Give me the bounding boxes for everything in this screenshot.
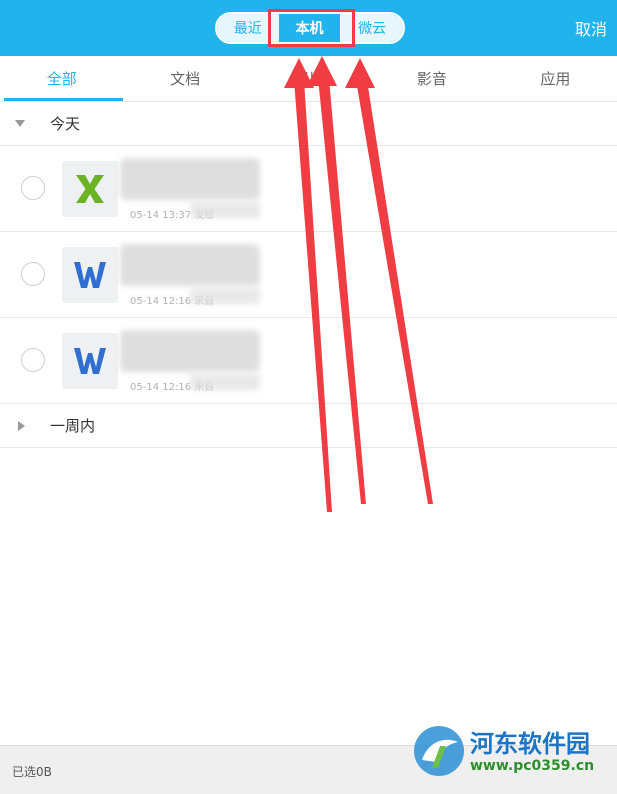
tab-apps[interactable]: 应用	[494, 56, 617, 101]
tab-images[interactable]: 图片	[247, 56, 370, 101]
group-week[interactable]: 一周内	[0, 404, 617, 448]
select-radio[interactable]	[21, 348, 45, 372]
tab-documents[interactable]: 文档	[123, 56, 246, 101]
file-row[interactable]: 05-14 13:37 发给	[0, 146, 617, 232]
source-switcher: 最近 本机 微云	[215, 12, 405, 44]
tab-media[interactable]: 影音	[370, 56, 493, 101]
word-w-icon	[62, 333, 118, 389]
segment-recent[interactable]: 最近	[217, 14, 279, 42]
tab-all[interactable]: 全部	[0, 56, 124, 101]
site-watermark: 河东软件园 www.pc0359.cn	[410, 722, 610, 782]
watermark-url: www.pc0359.cn	[470, 758, 595, 774]
blurred-file-name	[120, 244, 260, 286]
watermark-logo-icon	[414, 726, 464, 776]
selected-size-label: 已选0B	[12, 765, 52, 779]
cancel-button[interactable]: 取消	[575, 16, 607, 40]
blurred-meta	[190, 288, 260, 304]
expand-down-icon	[15, 120, 25, 127]
category-tabs: 全部 文档 图片 影音 应用	[0, 56, 617, 102]
select-radio[interactable]	[21, 176, 45, 200]
segment-weiyun[interactable]: 微云	[340, 14, 403, 42]
blurred-file-name	[120, 158, 260, 200]
blurred-meta	[190, 374, 260, 390]
top-bar: 最近 本机 微云 取消	[0, 0, 617, 56]
group-today-label: 今天	[50, 115, 81, 133]
word-w-icon	[62, 247, 118, 303]
watermark-name: 河东软件园	[470, 730, 590, 758]
group-week-label: 一周内	[50, 417, 96, 435]
blurred-file-name	[120, 330, 260, 372]
file-row[interactable]: 05-14 12:16 来自	[0, 232, 617, 318]
segment-local[interactable]: 本机	[278, 14, 341, 42]
group-today[interactable]: 今天	[0, 102, 617, 146]
expand-right-icon	[18, 420, 25, 431]
select-radio[interactable]	[21, 262, 45, 286]
excel-x-icon	[62, 161, 118, 217]
blurred-meta	[190, 202, 260, 218]
file-row[interactable]: 05-14 12:16 来自	[0, 318, 617, 404]
